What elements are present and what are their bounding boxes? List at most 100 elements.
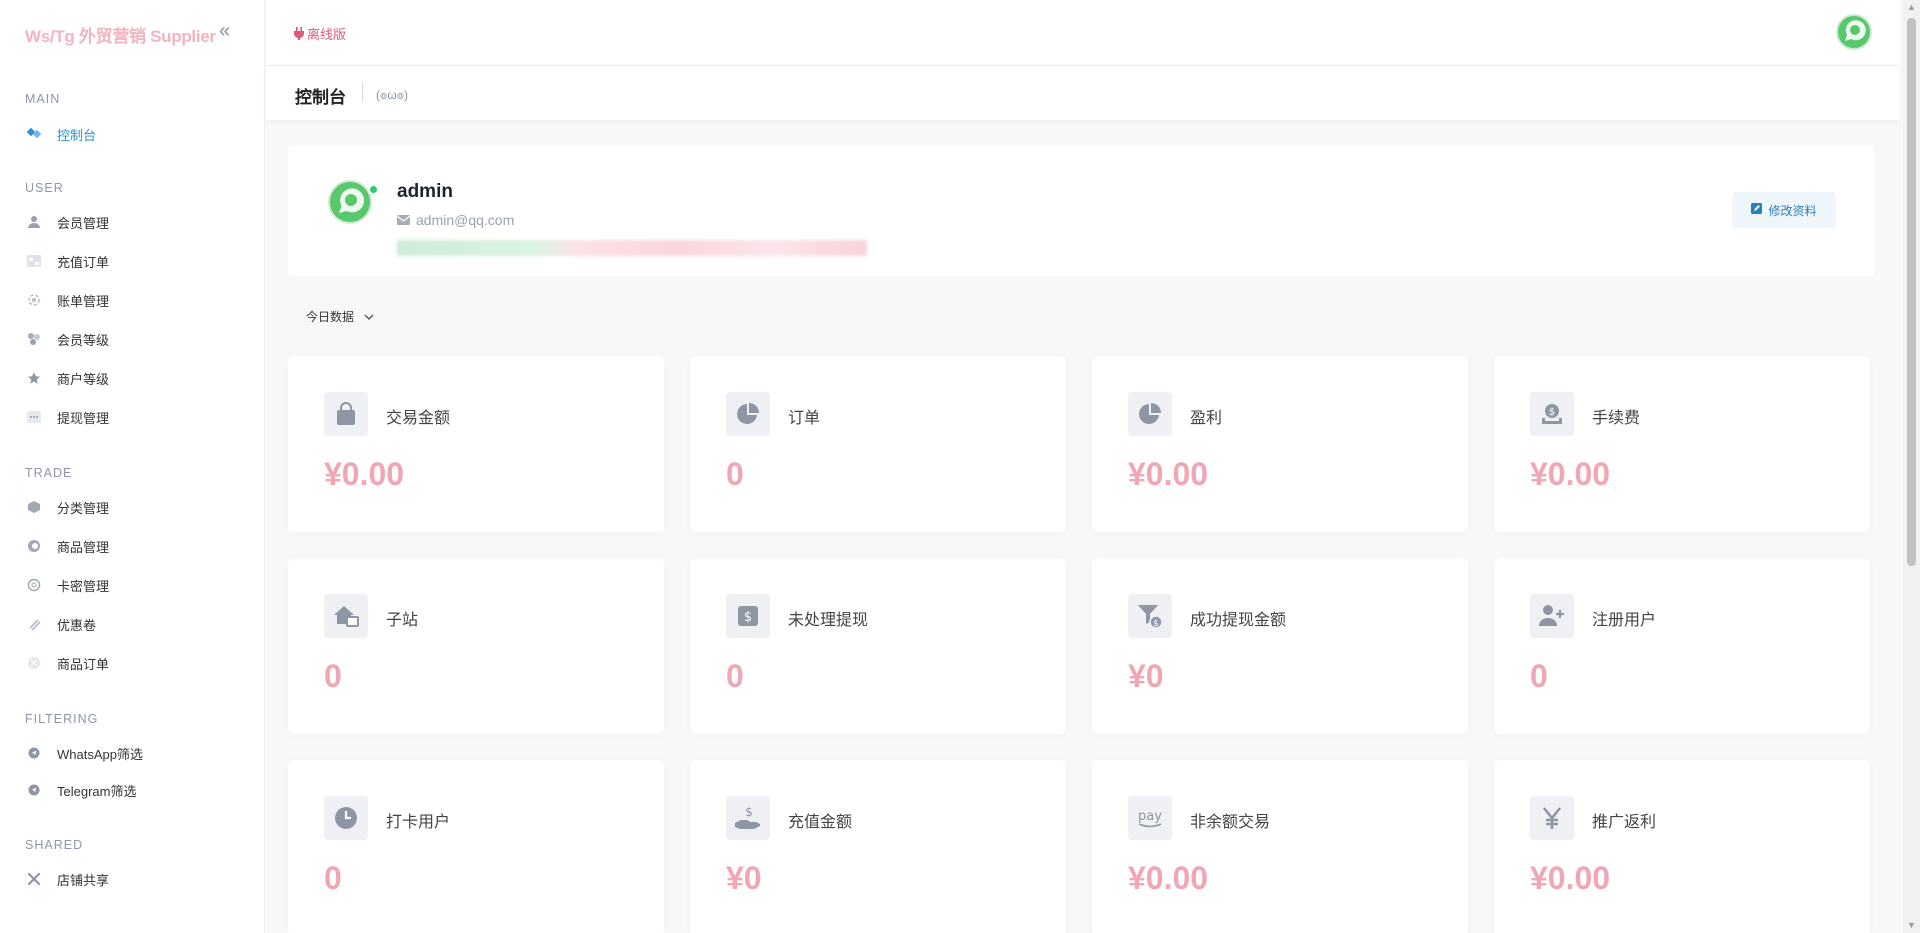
- stat-card-pending-withdrawals: $ 未处理提现 0: [690, 558, 1066, 734]
- star-icon: [25, 369, 43, 387]
- stat-label: 盈利: [1190, 410, 1223, 427]
- edit-icon: [1751, 203, 1763, 217]
- coupon-icon: [25, 615, 43, 633]
- avatar[interactable]: [328, 180, 372, 224]
- sidebar-item-products[interactable]: 商品管理: [25, 534, 109, 558]
- funnel-dollar-icon: $: [1128, 594, 1172, 638]
- offline-badge[interactable]: 离线版: [294, 24, 346, 43]
- sidebar-item-label: 分类管理: [57, 500, 110, 516]
- page-scrollbar[interactable]: ▲ ▼: [1903, 0, 1920, 933]
- collapse-sidebar-icon[interactable]: «: [219, 20, 230, 43]
- card-icon: [25, 576, 43, 594]
- yen-icon: [1530, 796, 1574, 840]
- brand-logo[interactable]: Ws/Tg 外贸营销 Supplier: [25, 22, 216, 47]
- filter-icon: [25, 781, 43, 799]
- nav-section-main: MAIN: [25, 92, 61, 106]
- sidebar-item-label: 充值订单: [57, 254, 110, 270]
- clock-icon: [324, 796, 368, 840]
- avatar[interactable]: [1836, 14, 1872, 50]
- sidebar-item-recharge-orders[interactable]: 充值订单: [25, 249, 109, 273]
- nav-section-filtering: FILTERING: [25, 712, 99, 726]
- stat-value: ¥0: [726, 860, 762, 896]
- filter-icon: [25, 744, 43, 762]
- online-status-dot: [368, 184, 379, 195]
- scroll-thumb[interactable]: [1907, 18, 1916, 566]
- stat-value: ¥0: [1128, 658, 1164, 694]
- sidebar-item-merchant-levels[interactable]: 商户等级: [25, 366, 109, 390]
- stat-card-orders: 订单 0: [690, 356, 1066, 532]
- sidebar-item-categories[interactable]: 分类管理: [25, 495, 109, 519]
- nav-section-user: USER: [25, 181, 64, 195]
- breadcrumb-emoticon: (๏ω๏): [376, 88, 409, 102]
- bill-icon: [25, 291, 43, 309]
- nav-section-shared: SHARED: [25, 838, 84, 852]
- stat-card-registered-users: 注册用户 0: [1494, 558, 1870, 734]
- stat-card-substations: 子站 0: [288, 558, 664, 734]
- stat-label: 订单: [788, 410, 821, 427]
- chevron-down-icon: [364, 310, 374, 324]
- sidebar-item-label: 商品管理: [57, 539, 110, 555]
- scroll-down-icon[interactable]: ▼: [1907, 920, 1916, 930]
- user-icon: [25, 213, 43, 231]
- stat-label: 打卡用户: [386, 814, 451, 831]
- period-select-label: 今日数据: [306, 310, 355, 324]
- user-plus-icon: [1530, 594, 1574, 638]
- share-icon: [25, 870, 43, 888]
- breadcrumb: 控制台 (๏ω๏): [266, 66, 1900, 120]
- sidebar-item-bills[interactable]: 账单管理: [25, 288, 109, 312]
- recharge-icon: [25, 252, 43, 270]
- redacted-info: [397, 240, 867, 256]
- breadcrumb-divider: [362, 82, 363, 102]
- house-icon: [324, 594, 368, 638]
- svg-text:$: $: [1153, 619, 1159, 629]
- sidebar-item-dashboard[interactable]: 控制台: [25, 122, 96, 146]
- sidebar-item-members[interactable]: 会员管理: [25, 210, 109, 234]
- dollar-card-icon: $: [726, 594, 770, 638]
- offline-label: 离线版: [307, 27, 347, 42]
- sidebar-item-card-keys[interactable]: 卡密管理: [25, 573, 109, 597]
- pie-icon: [1128, 392, 1172, 436]
- sidebar-item-member-levels[interactable]: 会员等级: [25, 327, 109, 351]
- sidebar-item-telegram-filter[interactable]: Telegram筛选: [25, 778, 136, 802]
- sidebar-item-label: 账单管理: [57, 293, 110, 309]
- svg-text:$: $: [745, 805, 753, 819]
- stat-value: 0: [726, 456, 744, 492]
- sidebar-item-label: 商户等级: [57, 371, 110, 387]
- sidebar-item-label: 店铺共享: [57, 872, 110, 888]
- profile-email-text: admin@qq.com: [416, 212, 515, 228]
- stat-card-non-balance-trades: pay 非余额交易 ¥0.00: [1092, 760, 1468, 933]
- sidebar-item-label: 控制台: [57, 127, 97, 143]
- stat-card-fees: $ 手续费 ¥0.00: [1494, 356, 1870, 532]
- stat-value: ¥0.00: [1128, 860, 1209, 896]
- dashboard-icon: [25, 125, 43, 143]
- stat-card-referral-rebate: 推广返利 ¥0.00: [1494, 760, 1870, 933]
- level-icon: [25, 330, 43, 348]
- page-title: 控制台: [295, 88, 346, 107]
- sidebar-item-coupons[interactable]: 优惠卷: [25, 612, 96, 636]
- stat-card-profit: 盈利 ¥0.00: [1092, 356, 1468, 532]
- mail-icon: [396, 212, 411, 228]
- stat-label: 充值金额: [788, 814, 853, 831]
- sidebar-item-whatsapp-filter[interactable]: WhatsApp筛选: [25, 741, 143, 765]
- money-icon: $: [1530, 392, 1574, 436]
- stat-label: 交易金额: [386, 410, 451, 427]
- sidebar-item-shop-share[interactable]: 店铺共享: [25, 867, 109, 891]
- period-select[interactable]: 今日数据: [306, 308, 374, 325]
- scroll-up-icon[interactable]: ▲: [1907, 2, 1916, 12]
- stat-label: 注册用户: [1592, 612, 1657, 629]
- stat-value: 0: [324, 860, 342, 896]
- stat-card-checkin-users: 打卡用户 0: [288, 760, 664, 933]
- category-icon: [25, 498, 43, 516]
- edit-profile-button[interactable]: 修改资料: [1732, 192, 1836, 228]
- stat-label: 推广返利: [1592, 814, 1657, 831]
- sidebar-item-product-orders[interactable]: 商品订单: [25, 651, 109, 675]
- stat-value: 0: [1530, 658, 1548, 694]
- pay-icon: pay: [1128, 796, 1172, 840]
- sidebar-item-label: 会员等级: [57, 332, 110, 348]
- sidebar-item-withdrawals[interactable]: 提现管理: [25, 405, 109, 429]
- sidebar: Ws/Tg 外贸营销 Supplier « MAIN 控制台 USER 会员管理…: [0, 0, 265, 933]
- hand-dollar-icon: $: [726, 796, 770, 840]
- stat-value: ¥0.00: [1530, 860, 1611, 896]
- stat-card-recharge-amount: $ 充值金额 ¥0: [690, 760, 1066, 933]
- stat-value: ¥0.00: [324, 456, 405, 492]
